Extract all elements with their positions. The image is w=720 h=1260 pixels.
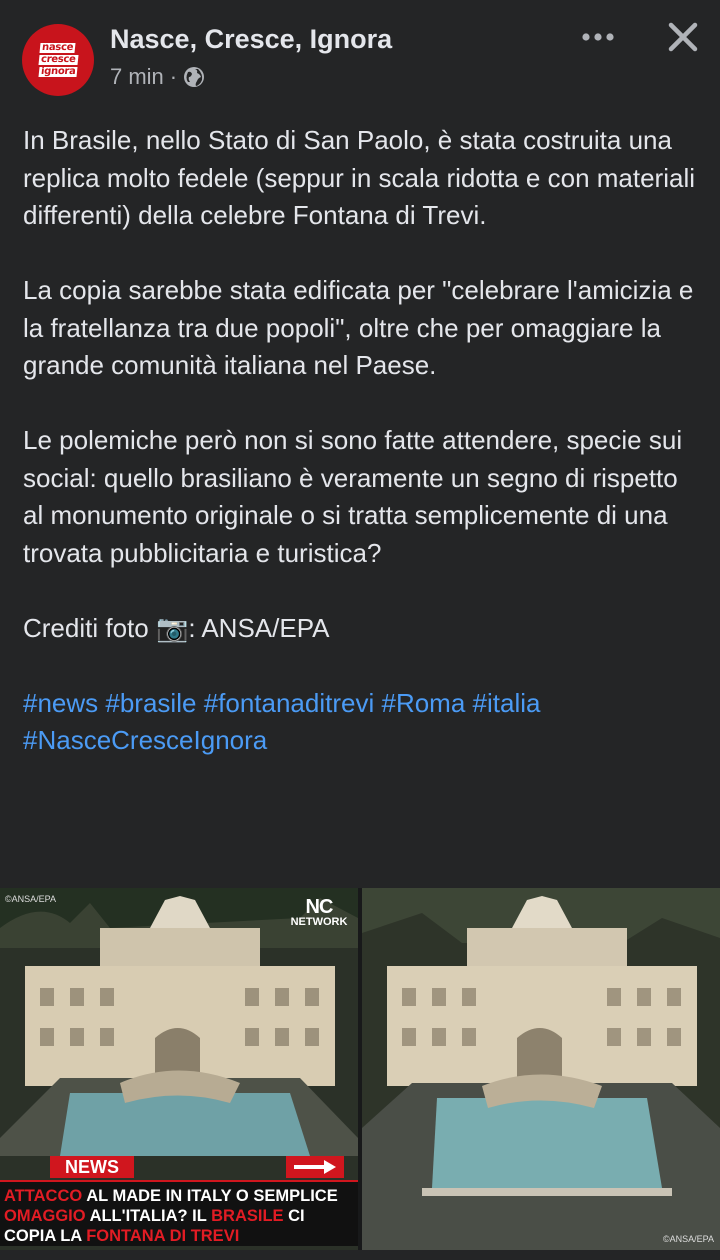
nc-network-logo: NC NETWORK: [288, 896, 350, 928]
post-meta: 7 min ·: [110, 64, 205, 90]
headline-line-1: ATTACCO AL MADE IN ITALY O SEMPLICE: [4, 1186, 354, 1206]
post-paragraph-2: La copia sarebbe stata edificata per "ce…: [23, 275, 694, 380]
hashtag-list: #news #brasile #fontanaditrevi #Roma #it…: [23, 685, 703, 760]
headline-white-2b: CI: [283, 1207, 305, 1225]
hashtag-news[interactable]: #news: [23, 688, 98, 718]
post-time[interactable]: 7 min: [110, 64, 164, 90]
headline-white-2a: ALL'ITALIA? IL: [85, 1207, 212, 1225]
post-paragraph-1: In Brasile, nello Stato di San Paolo, è …: [23, 125, 696, 230]
photo-credit-right: ©ANSA/EPA: [663, 1234, 714, 1244]
post-header: nasce cresce ignora Nasce, Cresce, Ignor…: [0, 0, 720, 110]
avatar-text-2: cresce: [38, 54, 78, 65]
headline-red-3: FONTANA DI TREVI: [86, 1227, 240, 1245]
arrow-tag: [286, 1156, 344, 1178]
photo-credits: Crediti foto 📷: ANSA/EPA: [23, 612, 330, 643]
more-dots-icon: [582, 33, 614, 41]
post-paragraph-3: Le polemiche però non si sono fatte atte…: [23, 425, 683, 568]
headline-red-2: OMAGGIO: [4, 1207, 86, 1225]
post-body: In Brasile, nello Stato di San Paolo, è …: [23, 122, 703, 760]
close-button[interactable]: [662, 16, 704, 58]
news-headline: ATTACCO AL MADE IN ITALY O SEMPLICE OMAG…: [0, 1180, 358, 1246]
avatar-text-3: ignora: [38, 66, 78, 77]
hashtag-fontanaditrevi[interactable]: #fontanaditrevi: [204, 688, 375, 718]
hashtag-italia[interactable]: #italia: [473, 688, 541, 718]
headline-red-2b: BRASILE: [211, 1207, 284, 1225]
headline-line-2: OMAGGIO ALL'ITALIA? IL BRASILE CI: [4, 1206, 354, 1226]
headline-white-1: AL MADE IN ITALY O SEMPLICE: [82, 1187, 338, 1205]
news-banner: NEWS ATTACCO AL MADE IN ITALY O SEMPLICE…: [0, 1156, 358, 1250]
headline-red-1: ATTACCO: [4, 1187, 83, 1205]
fountain-image-right: [362, 888, 720, 1250]
hashtag-roma[interactable]: #Roma: [381, 688, 465, 718]
photo-right[interactable]: ©ANSA/EPA: [362, 888, 720, 1250]
headline-white-3: COPIA LA: [4, 1227, 87, 1245]
page-name-link[interactable]: Nasce, Cresce, Ignora: [110, 24, 392, 55]
photo-left[interactable]: ©ANSA/EPA NC NETWORK NEWS ATTACCO AL MAD…: [0, 888, 358, 1250]
meta-separator: ·: [169, 64, 178, 89]
close-icon: [668, 22, 698, 52]
avatar-text-1: nasce: [39, 42, 77, 53]
arrow-right-icon: [294, 1160, 336, 1174]
more-options-button[interactable]: [578, 22, 618, 52]
hashtag-brasile[interactable]: #brasile: [105, 688, 196, 718]
photo-grid: ©ANSA/EPA NC NETWORK NEWS ATTACCO AL MAD…: [0, 888, 720, 1250]
hashtag-nascecresceignora[interactable]: #NasceCresceIgnora: [23, 725, 267, 755]
logo-network-text: NETWORK: [290, 916, 348, 928]
logo-nc-text: NC: [305, 896, 334, 918]
headline-line-3: COPIA LA FONTANA DI TREVI: [4, 1226, 354, 1246]
news-label: NEWS: [50, 1156, 134, 1178]
globe-icon: [184, 67, 205, 87]
page-avatar[interactable]: nasce cresce ignora: [22, 24, 94, 96]
photo-credit-left: ©ANSA/EPA: [5, 894, 56, 904]
